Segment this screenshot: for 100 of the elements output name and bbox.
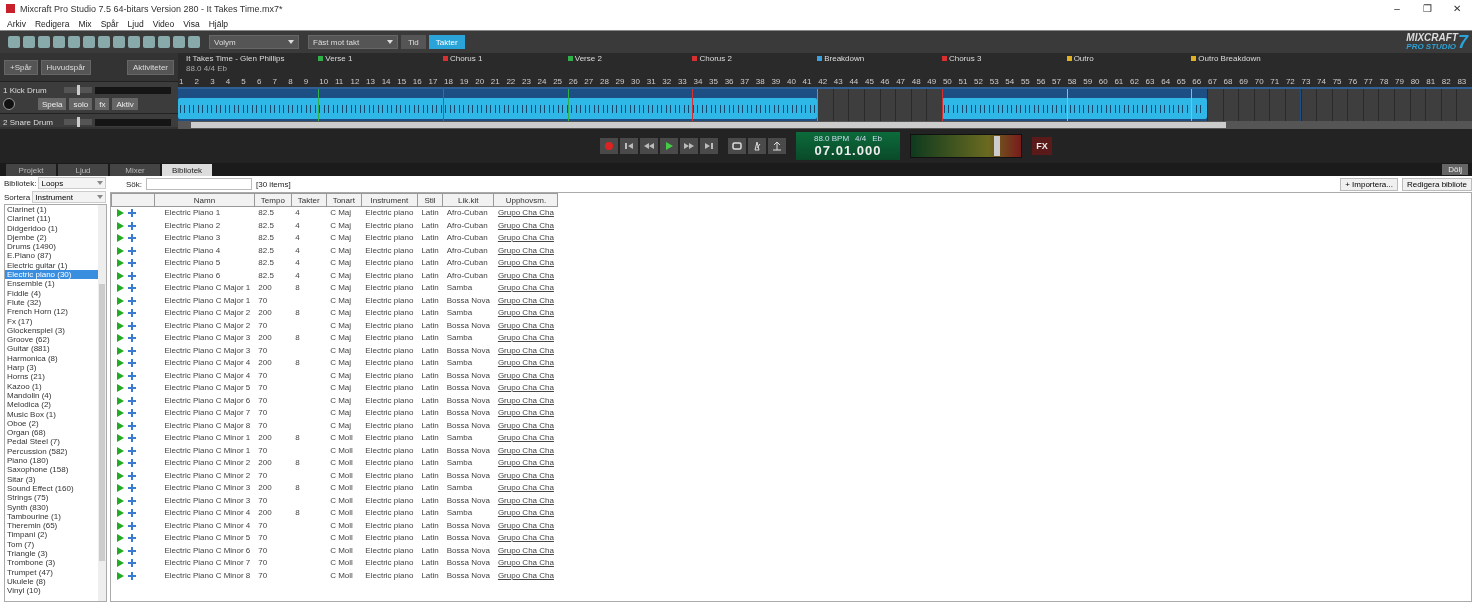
column-header[interactable]: Instrument [361,193,418,207]
category-item[interactable]: Flute (32) [5,297,98,308]
author-link[interactable]: Grupo Cha Cha [497,570,554,580]
category-item[interactable]: Drums (1490) [5,242,98,252]
category-item[interactable]: Fiddle (4) [5,288,98,298]
toolbar-icon[interactable] [158,36,170,48]
category-item[interactable]: Ukulele (8) [5,576,98,587]
add-icon[interactable] [127,346,136,355]
menu-item[interactable]: Redigera [34,18,70,29]
add-icon[interactable] [127,259,136,268]
author-link[interactable]: Grupo Cha Cha [497,345,554,355]
category-item[interactable]: Clarinet (1) [5,205,98,215]
category-item[interactable]: Timpani (2) [5,530,98,540]
add-icon[interactable] [127,571,136,580]
add-icon[interactable] [127,421,136,430]
window-control[interactable]: ❐ [1412,3,1442,14]
slider-thumb[interactable] [993,136,1000,156]
author-link[interactable]: Grupo Cha Cha [497,233,554,242]
category-item[interactable]: Triangle (3) [5,549,98,559]
author-link[interactable]: Grupo Cha Cha [497,295,554,305]
category-item[interactable]: Mandolin (4) [5,390,98,401]
tab[interactable]: Ljud [58,164,108,176]
tab[interactable]: Bibliotek [162,164,212,176]
category-item[interactable]: Tambourine (1) [5,511,98,522]
add-icon[interactable] [127,246,136,255]
add-icon[interactable] [127,509,136,518]
category-item[interactable]: Piano (180) [5,456,98,466]
column-header[interactable]: Lik.kit [442,193,494,207]
track-button[interactable]: +Spår [4,59,38,75]
add-icon[interactable] [127,384,136,393]
add-icon[interactable] [127,321,136,330]
category-item[interactable]: Clarinet (11) [5,214,98,224]
add-icon[interactable] [127,309,136,318]
search-field[interactable] [146,178,252,190]
add-icon[interactable] [127,496,136,505]
author-link[interactable]: Grupo Cha Cha [497,483,554,492]
category-item[interactable]: Didgeridoo (1) [5,223,98,233]
toolbar-icon[interactable] [38,36,50,48]
add-icon[interactable] [127,371,136,380]
category-item[interactable]: Organ (68) [5,428,98,438]
category-item[interactable]: Trombone (3) [5,558,98,568]
track-button[interactable]: solo [69,98,93,110]
category-item[interactable]: French Horn (12) [5,307,98,317]
column-header[interactable]: Stil [417,193,443,207]
category-item[interactable]: Oboe (2) [5,418,98,429]
menu-item[interactable]: Video [152,18,175,29]
window-control[interactable]: – [1382,3,1412,14]
author-link[interactable]: Grupo Cha Cha [497,408,554,417]
category-item[interactable]: Trumpet (47) [5,567,98,577]
tab[interactable]: Projekt [6,164,56,176]
add-icon[interactable] [127,359,136,368]
add-icon[interactable] [127,396,136,405]
skip-back-button[interactable] [620,138,638,154]
category-item[interactable]: Electric guitar (1) [5,260,98,271]
category-item[interactable]: Guitar (881) [5,344,98,354]
add-icon[interactable] [127,534,136,543]
toolbar-icon[interactable] [8,36,20,48]
author-link[interactable]: Grupo Cha Cha [497,383,554,392]
vertical-scrollbar[interactable] [98,205,106,601]
author-link[interactable]: Grupo Cha Cha [497,370,554,380]
slider-thumb[interactable] [76,117,80,127]
add-icon[interactable] [127,409,136,418]
add-icon[interactable] [127,221,136,230]
author-link[interactable]: Grupo Cha Cha [497,283,554,292]
audio-clip[interactable] [178,98,818,119]
category-item[interactable]: Synth (830) [5,502,98,512]
category-item[interactable]: Saxophone (158) [5,465,98,475]
author-link[interactable]: Grupo Cha Cha [497,520,554,530]
category-item[interactable]: Harp (3) [5,363,98,373]
author-link[interactable]: Grupo Cha Cha [497,433,554,442]
menu-item[interactable]: Hjälp [208,18,229,29]
menu-item[interactable]: Arkiv [7,18,26,29]
toolbar-icon[interactable] [113,36,125,48]
play-button[interactable] [660,138,678,154]
add-icon[interactable] [127,296,136,305]
dropdown[interactable]: Volym [209,35,299,49]
column-header[interactable]: Namn [154,193,255,207]
author-link[interactable]: Grupo Cha Cha [497,545,554,555]
skip-forward-button[interactable] [700,138,718,154]
menu-item[interactable]: Mix [78,18,92,29]
add-icon[interactable] [127,284,136,293]
category-item[interactable]: Sound Effect (160) [5,483,98,494]
count-in-button[interactable] [768,138,786,154]
activity-button[interactable]: Aktiviteter [126,59,174,75]
author-link[interactable]: Grupo Cha Cha [497,308,554,317]
add-icon[interactable] [127,209,136,218]
author-link[interactable]: Grupo Cha Cha [497,320,554,330]
category-item[interactable]: Glockenspiel (3) [5,325,98,336]
add-icon[interactable] [127,234,136,243]
author-link[interactable]: Grupo Cha Cha [497,333,554,342]
toolbar-icon[interactable] [188,36,200,48]
toolbar-icon[interactable] [23,36,35,48]
add-icon[interactable] [127,521,136,530]
section-marker[interactable]: Outro Breakdown [1191,54,1261,63]
author-link[interactable]: Grupo Cha Cha [497,245,554,255]
slider-thumb[interactable] [76,85,80,95]
metronome-button[interactable] [748,138,766,154]
toolbar-icon[interactable] [98,36,110,48]
author-link[interactable]: Grupo Cha Cha [497,495,554,505]
library-dropdown[interactable]: Loops [38,177,106,189]
